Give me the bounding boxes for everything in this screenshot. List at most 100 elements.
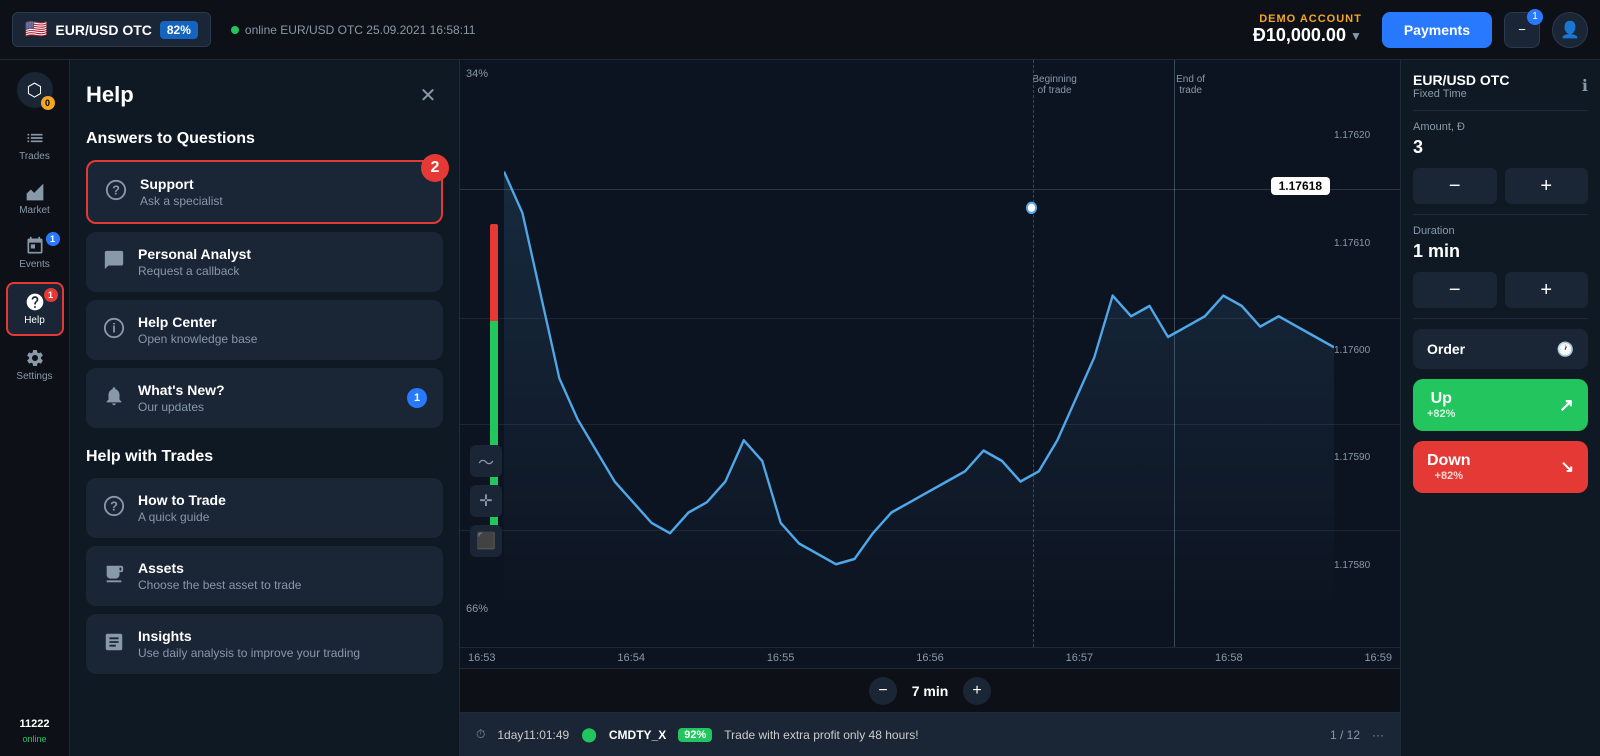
market-icon xyxy=(25,182,45,202)
chart-tool-layout[interactable]: ⬛ xyxy=(470,525,502,557)
whatsnew-badge: 1 xyxy=(407,388,427,408)
payments-button[interactable]: Payments xyxy=(1382,12,1492,48)
demo-balance[interactable]: Đ10,000.00 ▼ xyxy=(1253,25,1362,46)
duration-value: 7 min xyxy=(905,683,955,699)
online-label: online xyxy=(22,734,46,744)
sidebar-item-trades[interactable]: Trades xyxy=(6,120,64,170)
notif-pct: 92% xyxy=(678,728,712,742)
whatsnew-icon xyxy=(102,385,126,412)
assets-sub: Choose the best asset to trade xyxy=(138,578,427,592)
notification-button[interactable]: − 1 xyxy=(1504,12,1540,48)
order-button[interactable]: Order 🕐 xyxy=(1413,329,1588,369)
insights-sub: Use daily analysis to improve your tradi… xyxy=(138,646,427,660)
chart-time-axis: 16:53 16:54 16:55 16:56 16:57 16:58 16:5… xyxy=(460,647,1400,668)
sidebar-item-settings-label: Settings xyxy=(16,371,52,382)
chart-pct-bottom: 66% xyxy=(466,603,488,615)
duration-plus-button[interactable]: + xyxy=(963,677,991,705)
chart-area: 34% 66% 1.17620 1.17610 1.17600 1.17590 … xyxy=(460,60,1400,756)
balance-chevron: ▼ xyxy=(1350,29,1362,43)
help-item-howtotrade[interactable]: ? How to Trade A quick guide xyxy=(86,478,443,538)
header: 🇺🇸 EUR/USD OTC 82% online EUR/USD OTC 25… xyxy=(0,0,1600,60)
online-text: online EUR/USD OTC 25.09.2021 16:58:11 xyxy=(245,23,476,37)
support-icon: ? xyxy=(104,179,128,206)
helpcenter-title: Help Center xyxy=(138,314,427,330)
rp-info-icon[interactable]: ℹ xyxy=(1582,76,1588,96)
amount-plus-button[interactable]: + xyxy=(1505,168,1589,204)
down-button[interactable]: Down +82% ↘ xyxy=(1413,441,1588,493)
rp-divider-1 xyxy=(1413,110,1588,111)
help-item-assets[interactable]: Assets Choose the best asset to trade xyxy=(86,546,443,606)
analyst-icon xyxy=(102,249,126,276)
help-item-helpcenter[interactable]: i Help Center Open knowledge base xyxy=(86,300,443,360)
answers-section-title: Answers to Questions xyxy=(86,130,443,148)
help-panel-title: Help xyxy=(86,82,134,108)
sidebar-item-market[interactable]: Market xyxy=(6,174,64,224)
duration-rp-plus-button[interactable]: + xyxy=(1505,272,1589,308)
notif-clock-icon: ⏱ xyxy=(476,727,485,742)
header-asset-section: 🇺🇸 EUR/USD OTC 82% online EUR/USD OTC 25… xyxy=(12,12,475,47)
analyst-content: Personal Analyst Request a callback xyxy=(138,246,427,278)
settings-icon xyxy=(25,348,45,368)
analyst-sub: Request a callback xyxy=(138,264,427,278)
help-icon xyxy=(25,292,45,312)
sidebar-item-help[interactable]: Help 1 xyxy=(6,282,64,336)
analyst-title: Personal Analyst xyxy=(138,246,427,262)
support-sub: Ask a specialist xyxy=(140,194,425,208)
demo-account-section: DEMO ACCOUNT Đ10,000.00 ▼ xyxy=(1253,13,1362,46)
rp-duration-controls: − + xyxy=(1413,272,1588,308)
help-panel: Help ✕ Answers to Questions ? Support As… xyxy=(70,60,460,756)
time-1659: 16:59 xyxy=(1364,652,1392,664)
whatsnew-sub: Our updates xyxy=(138,400,395,414)
help-item-support[interactable]: ? Support Ask a specialist 2 xyxy=(86,160,443,224)
help-close-button[interactable]: ✕ xyxy=(413,80,443,110)
rp-divider-3 xyxy=(1413,318,1588,319)
trades-section-title: Help with Trades xyxy=(86,448,443,466)
up-content: Up +82% xyxy=(1427,390,1455,420)
down-label: Down xyxy=(1427,452,1471,470)
help-badge: 1 xyxy=(44,288,58,302)
chart-tool-wave[interactable]: 〜 xyxy=(470,445,502,477)
sidebar-item-events-label: Events xyxy=(19,259,50,270)
howtotrade-sub: A quick guide xyxy=(138,510,427,524)
duration-minus-button[interactable]: − xyxy=(869,677,897,705)
rp-amount-label: Amount, Đ xyxy=(1413,121,1588,133)
notif-pagination: 1 / 12 xyxy=(1330,728,1360,742)
sidebar-item-settings[interactable]: Settings xyxy=(6,340,64,390)
asset-name: EUR/USD OTC xyxy=(55,22,151,38)
events-badge: 1 xyxy=(46,232,60,246)
up-button[interactable]: Up +82% ↗ xyxy=(1413,379,1588,431)
asset-pct-badge: 82% xyxy=(160,21,198,39)
logo-icon: ⬡ xyxy=(27,80,43,101)
chart-tool-crosshair[interactable]: ✛ xyxy=(470,485,502,517)
helpcenter-icon: i xyxy=(102,317,126,344)
insights-icon xyxy=(102,631,126,658)
sidebar-item-trades-label: Trades xyxy=(19,151,50,162)
help-item-insights[interactable]: Insights Use daily analysis to improve y… xyxy=(86,614,443,674)
whatsnew-title: What's New? xyxy=(138,382,395,398)
assets-icon xyxy=(102,563,126,590)
helpcenter-content: Help Center Open knowledge base xyxy=(138,314,427,346)
help-item-analyst[interactable]: Personal Analyst Request a callback xyxy=(86,232,443,292)
amount-minus-button[interactable]: − xyxy=(1413,168,1497,204)
order-label: Order xyxy=(1427,341,1465,357)
order-clock-icon: 🕐 xyxy=(1557,341,1574,358)
logo-badge: 0 xyxy=(41,96,55,110)
sidebar-logo[interactable]: ⬡ 0 xyxy=(17,72,53,108)
avatar-button[interactable]: 👤 xyxy=(1552,12,1588,48)
time-1656: 16:56 xyxy=(916,652,944,664)
right-panel: EUR/USD OTC Fixed Time ℹ Amount, Đ 3 − +… xyxy=(1400,60,1600,756)
whatsnew-content: What's New? Our updates xyxy=(138,382,395,414)
duration-control: − 7 min + xyxy=(869,677,991,705)
help-item-whatsnew[interactable]: What's New? Our updates 1 xyxy=(86,368,443,428)
time-1654: 16:54 xyxy=(617,652,645,664)
notif-dots[interactable]: ··· xyxy=(1372,728,1384,742)
asset-badge[interactable]: 🇺🇸 EUR/USD OTC 82% xyxy=(12,12,211,47)
demo-label: DEMO ACCOUNT xyxy=(1253,13,1362,25)
sidebar-item-events[interactable]: Events 1 xyxy=(6,228,64,278)
down-pct: +82% xyxy=(1427,470,1471,482)
duration-rp-minus-button[interactable]: − xyxy=(1413,272,1497,308)
rp-amount-section: Amount, Đ 3 xyxy=(1413,121,1588,158)
chart-bottom: − 7 min + xyxy=(460,668,1400,712)
price-600: 1.17600 xyxy=(1334,345,1394,356)
notif-coin-icon: ⬤ xyxy=(581,726,597,743)
